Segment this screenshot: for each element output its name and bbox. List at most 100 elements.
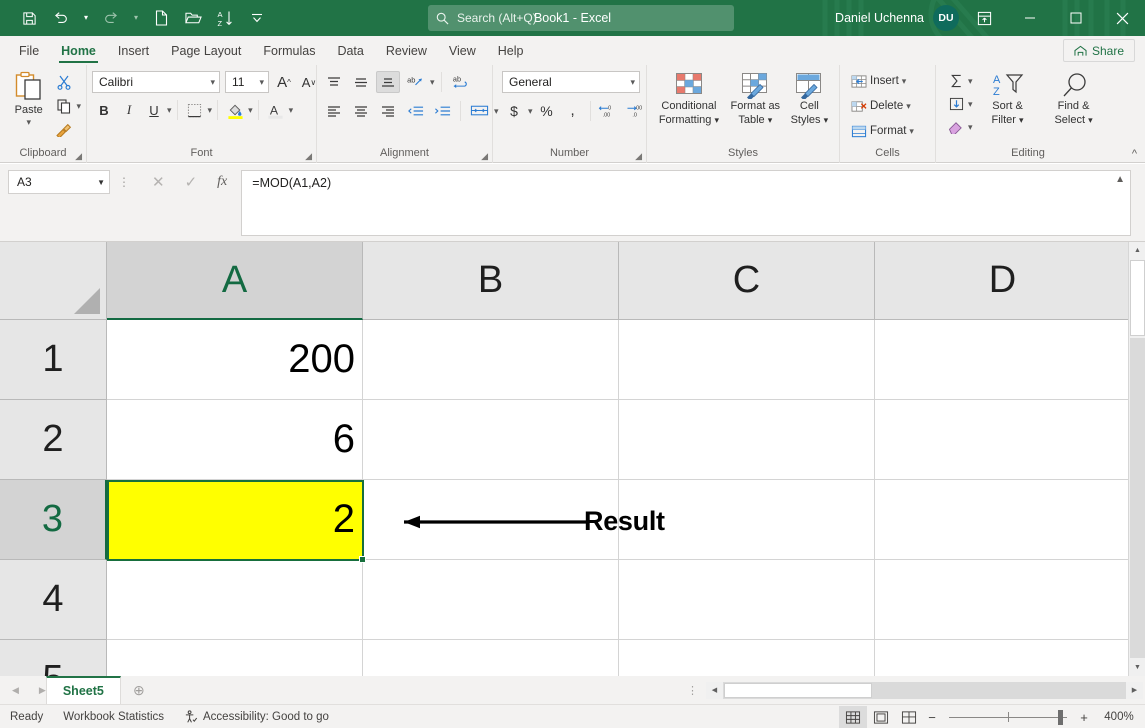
insert-dropdown-icon[interactable]: ▾ — [902, 76, 907, 87]
insert-function-button[interactable]: fx — [217, 174, 227, 190]
cell-c2[interactable] — [619, 400, 875, 480]
maximize-button[interactable] — [1053, 0, 1099, 36]
quick-access-toolbar[interactable]: ▾ ▾ A Z — [0, 0, 272, 36]
fill-dropdown-icon[interactable]: ▾ — [968, 99, 973, 110]
paste-dropdown-icon[interactable]: ▾ — [26, 117, 31, 128]
cancel-formula-button[interactable]: ✕ — [152, 173, 165, 191]
tab-file[interactable]: File — [8, 36, 50, 65]
column-header-c[interactable]: C — [619, 242, 875, 320]
comma-format-button[interactable]: , — [561, 100, 585, 122]
cell-d4[interactable] — [875, 560, 1131, 640]
cell-b1[interactable] — [363, 320, 619, 400]
clear-dropdown-icon[interactable]: ▾ — [968, 122, 973, 133]
increase-decimal-button[interactable]: 0 .00 — [596, 100, 622, 122]
font-family-select[interactable]: Calibri ▾ — [92, 71, 220, 93]
tab-formulas[interactable]: Formulas — [252, 36, 326, 65]
decrease-indent-button[interactable] — [403, 100, 427, 122]
cell-d1[interactable] — [875, 320, 1131, 400]
underline-dropdown-icon[interactable]: ▾ — [167, 105, 172, 116]
find-select-button[interactable]: Find & Select ▾ — [1043, 69, 1105, 126]
avatar[interactable]: DU — [933, 5, 959, 31]
split-handle[interactable]: ⋮ — [679, 684, 706, 697]
format-painter-button[interactable] — [52, 119, 76, 141]
autosum-button[interactable] — [944, 70, 968, 92]
bold-button[interactable]: B — [92, 99, 116, 121]
search-input[interactable]: Search (Alt+Q) — [428, 5, 734, 31]
scroll-up-icon[interactable]: ▲ — [1129, 242, 1145, 259]
redo-icon[interactable] — [96, 4, 126, 32]
row-header-3[interactable]: 3 — [0, 480, 107, 560]
top-align-button[interactable] — [322, 71, 346, 93]
cell-b4[interactable] — [363, 560, 619, 640]
font-size-select[interactable]: 11 ▾ — [225, 71, 269, 93]
tab-data[interactable]: Data — [326, 36, 374, 65]
zoom-in-button[interactable]: + — [1075, 710, 1093, 725]
undo-dropdown-icon[interactable]: ▾ — [78, 4, 94, 32]
open-folder-icon[interactable] — [178, 4, 208, 32]
accessibility-button[interactable]: Accessibility: Good to go — [174, 705, 339, 728]
prev-sheet-icon[interactable]: ◀ — [12, 685, 19, 696]
tab-review[interactable]: Review — [375, 36, 438, 65]
delete-dropdown-icon[interactable]: ▾ — [906, 101, 911, 112]
insert-cells-button[interactable]: Insert ▾ — [848, 70, 909, 92]
cell-b3[interactable] — [363, 480, 619, 560]
column-header-a[interactable]: A — [107, 242, 363, 320]
font-color-dropdown-icon[interactable]: ▾ — [289, 105, 294, 116]
spreadsheet-grid[interactable]: A B C D 1 2 3 4 5 200 6 — [0, 242, 1145, 676]
merge-center-button[interactable] — [467, 100, 491, 122]
accounting-format-button[interactable]: $ — [502, 100, 526, 122]
vertical-scroll-thumb[interactable] — [1130, 260, 1145, 336]
conditional-formatting-button[interactable]: Conditional Formatting ▾ — [652, 69, 726, 126]
tab-insert[interactable]: Insert — [107, 36, 160, 65]
tab-home[interactable]: Home — [50, 36, 107, 65]
sheet-tab-sheet5[interactable]: Sheet5 — [46, 676, 121, 704]
cell-c4[interactable] — [619, 560, 875, 640]
borders-dropdown-icon[interactable]: ▾ — [208, 105, 213, 116]
vertical-scroll-track[interactable] — [1130, 338, 1145, 658]
vertical-scrollbar[interactable]: ▲ ▼ — [1128, 242, 1145, 676]
copy-dropdown-icon[interactable]: ▾ — [76, 101, 81, 112]
cut-button[interactable] — [52, 71, 76, 93]
clear-button[interactable] — [944, 116, 968, 138]
cell-a4[interactable] — [107, 560, 363, 640]
cell-a2[interactable]: 6 — [107, 400, 363, 480]
workbook-statistics-button[interactable]: Workbook Statistics — [53, 705, 174, 728]
format-dropdown-icon[interactable]: ▾ — [909, 126, 914, 137]
scroll-right-icon[interactable]: ▶ — [1126, 682, 1143, 699]
zoom-level[interactable]: 400% — [1093, 711, 1145, 723]
undo-icon[interactable] — [46, 4, 76, 32]
increase-font-size-button[interactable]: A^ — [274, 71, 294, 93]
font-dialog-launcher[interactable]: ◢ — [305, 151, 312, 162]
format-cells-button[interactable]: Format ▾ — [848, 120, 917, 142]
cell-styles-button[interactable]: Cell Styles ▾ — [785, 69, 834, 126]
align-left-button[interactable] — [322, 100, 346, 122]
horizontal-scrollbar[interactable]: ◀ ▶ — [706, 682, 1143, 699]
scroll-left-icon[interactable]: ◀ — [706, 682, 723, 699]
tab-help[interactable]: Help — [487, 36, 535, 65]
percent-format-button[interactable]: % — [535, 100, 559, 122]
page-layout-view-button[interactable] — [867, 706, 895, 728]
delete-cells-button[interactable]: Delete ▾ — [848, 95, 914, 117]
customize-qat-icon[interactable] — [242, 4, 272, 32]
tab-page-layout[interactable]: Page Layout — [160, 36, 252, 65]
number-format-select[interactable]: General ▾ — [502, 71, 640, 93]
sort-filter-button[interactable]: A Z Sort & Filter ▾ — [977, 69, 1039, 126]
font-color-button[interactable]: A — [264, 99, 288, 121]
middle-align-button[interactable] — [349, 71, 373, 93]
accounting-dropdown-icon[interactable]: ▾ — [528, 106, 533, 117]
cell-a3[interactable]: 2 — [107, 480, 363, 560]
orientation-button[interactable]: ab — [403, 71, 427, 93]
collapse-ribbon-button[interactable]: ^ — [1132, 148, 1137, 160]
copy-button[interactable] — [52, 95, 76, 117]
scroll-down-icon[interactable]: ▼ — [1129, 659, 1145, 676]
number-dialog-launcher[interactable]: ◢ — [635, 151, 642, 162]
save-icon[interactable] — [14, 4, 44, 32]
horizontal-scroll-thumb[interactable] — [724, 683, 872, 698]
row-header-4[interactable]: 4 — [0, 560, 107, 640]
close-button[interactable] — [1099, 0, 1145, 36]
fill-color-button[interactable] — [223, 99, 247, 121]
bottom-align-button[interactable] — [376, 71, 400, 93]
ribbon-display-options-icon[interactable] — [961, 0, 1007, 36]
paste-button[interactable]: Paste ▾ — [5, 69, 52, 128]
clipboard-dialog-launcher[interactable]: ◢ — [75, 151, 82, 162]
